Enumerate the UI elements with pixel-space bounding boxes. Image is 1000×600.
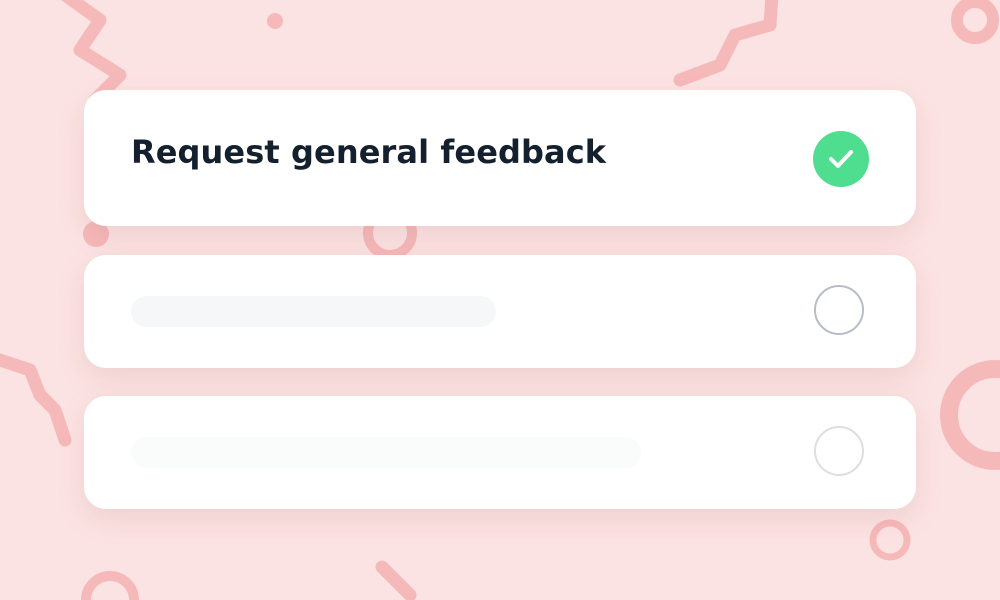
option-card-placeholder[interactable]: [84, 396, 916, 509]
radio-circle-icon[interactable]: [814, 426, 864, 476]
dot-shape: [267, 13, 283, 29]
radio-circle-icon[interactable]: [814, 285, 864, 335]
ring-shape: [81, 571, 139, 600]
option-label: Request general feedback: [131, 133, 607, 171]
ring-shape: [940, 360, 1000, 470]
zigzag-shape: [0, 353, 72, 447]
option-card-placeholder[interactable]: [84, 255, 916, 368]
slash-shape: [375, 560, 417, 600]
ring-shape: [951, 0, 999, 44]
text-placeholder-bar: [131, 296, 496, 327]
check-icon[interactable]: [813, 131, 869, 187]
zigzag-shape: [673, 0, 779, 87]
ring-shape: [869, 519, 911, 561]
option-card-request-general-feedback[interactable]: Request general feedback: [84, 90, 916, 226]
text-placeholder-bar: [131, 437, 641, 468]
